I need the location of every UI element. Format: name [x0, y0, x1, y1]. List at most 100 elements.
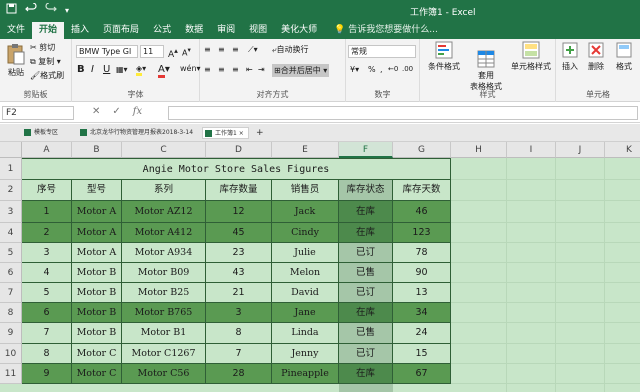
cancel-icon[interactable]: ✕ — [92, 106, 100, 117]
row-header-4[interactable]: 4 — [0, 223, 22, 243]
data-cell[interactable]: Motor C — [72, 364, 122, 384]
data-cell[interactable]: 23 — [206, 243, 272, 263]
data-cell[interactable]: 已售 — [339, 263, 393, 283]
copy-button[interactable]: ⧉ 复制 ▾ — [30, 56, 61, 67]
data-cell[interactable]: Motor B25 — [122, 283, 206, 303]
data-cell[interactable]: Motor C56 — [122, 364, 206, 384]
data-cell[interactable]: Motor A — [72, 243, 122, 263]
close-tab-icon[interactable]: × — [239, 130, 244, 137]
header-cell[interactable]: 库存天数 — [393, 180, 451, 201]
data-cell[interactable]: 67 — [393, 364, 451, 384]
shrink-font-icon[interactable]: A▾ — [182, 46, 191, 58]
align-bottom-icon[interactable]: ≡ — [232, 45, 239, 54]
data-cell[interactable]: 9 — [22, 364, 72, 384]
data-cell[interactable]: Jenny — [272, 344, 339, 364]
data-cell[interactable]: 在库 — [339, 364, 393, 384]
data-cell[interactable]: 已订 — [339, 243, 393, 263]
select-all-corner[interactable] — [0, 142, 22, 158]
tab-insert[interactable]: 插入 — [64, 22, 96, 39]
row-header-7[interactable]: 7 — [0, 283, 22, 303]
row-header-5[interactable]: 5 — [0, 243, 22, 263]
row-header-11[interactable]: 11 — [0, 364, 22, 384]
data-cell[interactable]: 43 — [206, 263, 272, 283]
sheet-title-cell[interactable]: Angie Motor Store Sales Figures — [22, 158, 451, 180]
row-header-1[interactable]: 1 — [0, 158, 22, 180]
format-painter-button[interactable]: 🖌格式刷 — [30, 70, 64, 81]
data-cell[interactable]: 4 — [22, 263, 72, 283]
font-size-select[interactable]: 11 — [140, 45, 164, 58]
data-cell[interactable]: 在库 — [339, 201, 393, 223]
tab-page-layout[interactable]: 页面布局 — [96, 22, 146, 39]
function-icon[interactable]: fx — [133, 106, 142, 117]
data-cell[interactable]: Motor B — [72, 323, 122, 344]
column-header-c[interactable]: C — [122, 142, 206, 158]
column-header-b[interactable]: B — [72, 142, 122, 158]
data-cell[interactable]: 在库 — [339, 303, 393, 323]
tab-file[interactable]: 文件 — [0, 22, 32, 39]
column-header-k[interactable]: K — [605, 142, 640, 158]
tab-view[interactable]: 视图 — [242, 22, 274, 39]
data-cell[interactable]: 2 — [22, 223, 72, 243]
enter-icon[interactable]: ✓ — [112, 106, 120, 117]
save-icon[interactable] — [6, 3, 17, 19]
data-cell[interactable]: 3 — [206, 303, 272, 323]
data-cell[interactable]: Pineapple — [272, 364, 339, 384]
data-cell[interactable]: 12 — [206, 201, 272, 223]
data-cell[interactable]: 5 — [22, 283, 72, 303]
data-cell[interactable]: Melon — [272, 263, 339, 283]
align-middle-icon[interactable]: ≡ — [218, 45, 225, 54]
underline-icon[interactable]: U — [103, 64, 110, 75]
data-cell[interactable]: Motor B765 — [122, 303, 206, 323]
fill-color-icon[interactable]: ◈▾ — [136, 64, 146, 76]
data-cell[interactable]: 6 — [22, 303, 72, 323]
data-cell[interactable]: Motor B — [72, 263, 122, 283]
formula-input[interactable] — [168, 106, 638, 120]
data-cell[interactable]: David — [272, 283, 339, 303]
data-cell[interactable]: 已订 — [339, 344, 393, 364]
border-icon[interactable]: ▦▾ — [116, 65, 128, 74]
row-header-2[interactable]: 2 — [0, 180, 22, 201]
data-cell[interactable]: 28 — [206, 364, 272, 384]
column-header-j[interactable]: J — [556, 142, 605, 158]
name-box[interactable]: F2 — [2, 106, 74, 120]
data-cell[interactable]: 15 — [393, 344, 451, 364]
new-tab-button[interactable]: + — [252, 127, 268, 139]
font-name-select[interactable]: BMW Type Gl — [76, 45, 138, 58]
data-cell[interactable]: 已售 — [339, 323, 393, 344]
data-cell[interactable]: 123 — [393, 223, 451, 243]
tab-review[interactable]: 审阅 — [210, 22, 242, 39]
data-cell[interactable]: Motor C1267 — [122, 344, 206, 364]
data-cell[interactable]: 7 — [22, 323, 72, 344]
data-cell[interactable]: Jack — [272, 201, 339, 223]
worksheet-grid[interactable]: A B C D E F G H I J K 1 2 3 4 5 6 7 8 9 10 11 Angie Motor Stor… — [0, 142, 640, 392]
insert-cells-button[interactable]: 插入 — [558, 41, 582, 72]
workbook-tab-templates[interactable]: 模板专区 — [22, 127, 62, 139]
redo-icon[interactable] — [45, 2, 57, 19]
data-cell[interactable]: 在库 — [339, 223, 393, 243]
data-cell[interactable]: Motor A — [72, 223, 122, 243]
tab-data[interactable]: 数据 — [178, 22, 210, 39]
row-header-9[interactable]: 9 — [0, 323, 22, 344]
header-cell[interactable]: 库存数量 — [206, 180, 272, 201]
header-cell[interactable]: 序号 — [22, 180, 72, 201]
row-header-3[interactable]: 3 — [0, 201, 22, 223]
column-header-d[interactable]: D — [206, 142, 272, 158]
tell-me-box[interactable]: 💡 告诉我您想要做什么... — [324, 22, 445, 39]
bold-icon[interactable]: B — [77, 64, 85, 75]
cut-button[interactable]: ✂ 剪切 — [30, 42, 55, 53]
data-cell[interactable]: Motor C — [72, 344, 122, 364]
data-cell[interactable]: 7 — [206, 344, 272, 364]
column-header-h[interactable]: H — [451, 142, 507, 158]
data-cell[interactable]: 46 — [393, 201, 451, 223]
tab-home[interactable]: 开始 — [32, 22, 65, 39]
data-cell[interactable]: 8 — [22, 344, 72, 364]
conditional-format-button[interactable]: 条件格式 — [424, 41, 464, 72]
data-cell[interactable]: Motor B09 — [122, 263, 206, 283]
orientation-icon[interactable]: ⟋▾ — [248, 45, 258, 55]
data-cell[interactable]: Motor B — [72, 283, 122, 303]
align-top-icon[interactable]: ≡ — [204, 45, 211, 54]
data-cell[interactable]: 13 — [393, 283, 451, 303]
delete-cells-button[interactable]: 删除 — [584, 41, 608, 72]
cell-styles-button[interactable]: 单元格样式 — [508, 41, 554, 72]
format-cells-button[interactable]: 格式 — [612, 41, 636, 72]
